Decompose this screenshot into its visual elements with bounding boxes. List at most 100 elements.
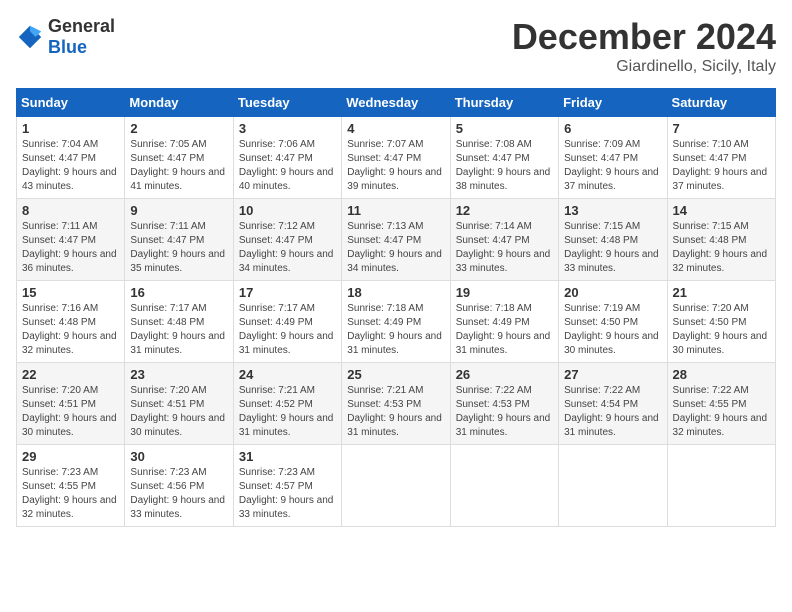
calendar-cell: 21 Sunrise: 7:20 AMSunset: 4:50 PMDayligh…	[667, 281, 775, 363]
day-info: Sunrise: 7:15 AMSunset: 4:48 PMDaylight:…	[673, 220, 770, 276]
week-row-4: 22 Sunrise: 7:20 AMSunset: 4:51 PMDayligh…	[17, 363, 776, 445]
calendar-cell: 26 Sunrise: 7:22 AMSunset: 4:53 PMDayligh…	[450, 363, 558, 445]
header-wednesday: Wednesday	[342, 89, 450, 117]
day-info: Sunrise: 7:17 AMSunset: 4:48 PMDaylight:…	[130, 302, 227, 358]
day-number: 6	[564, 121, 661, 136]
calendar-cell: 16 Sunrise: 7:17 AMSunset: 4:48 PMDayligh…	[125, 281, 233, 363]
day-info: Sunrise: 7:11 AMSunset: 4:47 PMDaylight:…	[130, 220, 227, 276]
day-info: Sunrise: 7:06 AMSunset: 4:47 PMDaylight:…	[239, 138, 336, 194]
calendar-cell: 29 Sunrise: 7:23 AMSunset: 4:55 PMDayligh…	[17, 445, 125, 527]
day-info: Sunrise: 7:18 AMSunset: 4:49 PMDaylight:…	[456, 302, 553, 358]
day-info: Sunrise: 7:12 AMSunset: 4:47 PMDaylight:…	[239, 220, 336, 276]
day-info: Sunrise: 7:21 AMSunset: 4:53 PMDaylight:…	[347, 384, 444, 440]
day-info: Sunrise: 7:18 AMSunset: 4:49 PMDaylight:…	[347, 302, 444, 358]
day-info: Sunrise: 7:04 AMSunset: 4:47 PMDaylight:…	[22, 138, 119, 194]
day-number: 5	[456, 121, 553, 136]
calendar-cell: 30Sunrise: 7:23 AMSunset: 4:56 PMDayligh…	[125, 445, 233, 527]
day-info: Sunrise: 7:19 AMSunset: 4:50 PMDaylight:…	[564, 302, 661, 358]
day-number: 14	[673, 203, 770, 218]
day-number: 31	[239, 449, 336, 464]
calendar-cell: 2Sunrise: 7:05 AMSunset: 4:47 PMDaylight…	[125, 117, 233, 199]
header-tuesday: Tuesday	[233, 89, 341, 117]
day-number: 23	[130, 367, 227, 382]
day-info: Sunrise: 7:23 AMSunset: 4:56 PMDaylight:…	[130, 466, 227, 522]
day-number: 27	[564, 367, 661, 382]
day-number: 19	[456, 285, 553, 300]
day-info: Sunrise: 7:17 AMSunset: 4:49 PMDaylight:…	[239, 302, 336, 358]
calendar-title: December 2024	[512, 16, 776, 58]
calendar-cell: 22 Sunrise: 7:20 AMSunset: 4:51 PMDayligh…	[17, 363, 125, 445]
day-number: 24	[239, 367, 336, 382]
calendar-cell: 14 Sunrise: 7:15 AMSunset: 4:48 PMDayligh…	[667, 199, 775, 281]
day-number: 26	[456, 367, 553, 382]
day-number: 13	[564, 203, 661, 218]
day-number: 8	[22, 203, 119, 218]
calendar-cell: 23 Sunrise: 7:20 AMSunset: 4:51 PMDayligh…	[125, 363, 233, 445]
logo-icon	[16, 23, 44, 51]
day-info: Sunrise: 7:22 AMSunset: 4:54 PMDaylight:…	[564, 384, 661, 440]
day-info: Sunrise: 7:10 AMSunset: 4:47 PMDaylight:…	[673, 138, 770, 194]
header: General Blue December 2024 Giardinello, …	[16, 16, 776, 76]
day-number: 10	[239, 203, 336, 218]
header-thursday: Thursday	[450, 89, 558, 117]
day-number: 15	[22, 285, 119, 300]
day-number: 17	[239, 285, 336, 300]
calendar-cell: 8 Sunrise: 7:11 AMSunset: 4:47 PMDaylight…	[17, 199, 125, 281]
day-info: Sunrise: 7:22 AMSunset: 4:55 PMDaylight:…	[673, 384, 770, 440]
header-friday: Friday	[559, 89, 667, 117]
calendar-cell: 17 Sunrise: 7:17 AMSunset: 4:49 PMDayligh…	[233, 281, 341, 363]
day-number: 29	[22, 449, 119, 464]
day-number: 22	[22, 367, 119, 382]
calendar-cell	[342, 445, 450, 527]
day-info: Sunrise: 7:09 AMSunset: 4:47 PMDaylight:…	[564, 138, 661, 194]
calendar-cell: 9 Sunrise: 7:11 AMSunset: 4:47 PMDaylight…	[125, 199, 233, 281]
day-number: 12	[456, 203, 553, 218]
calendar-cell: 3 Sunrise: 7:06 AMSunset: 4:47 PMDaylight…	[233, 117, 341, 199]
calendar-cell: 27 Sunrise: 7:22 AMSunset: 4:54 PMDayligh…	[559, 363, 667, 445]
day-number: 25	[347, 367, 444, 382]
week-row-5: 29 Sunrise: 7:23 AMSunset: 4:55 PMDayligh…	[17, 445, 776, 527]
day-info: Sunrise: 7:16 AMSunset: 4:48 PMDaylight:…	[22, 302, 119, 358]
day-number: 1	[22, 121, 119, 136]
day-info: Sunrise: 7:20 AMSunset: 4:51 PMDaylight:…	[22, 384, 119, 440]
day-number: 9	[130, 203, 227, 218]
day-number: 21	[673, 285, 770, 300]
calendar-cell: 20 Sunrise: 7:19 AMSunset: 4:50 PMDayligh…	[559, 281, 667, 363]
day-number: 16	[130, 285, 227, 300]
day-info: Sunrise: 7:11 AMSunset: 4:47 PMDaylight:…	[22, 220, 119, 276]
calendar-cell: 13 Sunrise: 7:15 AMSunset: 4:48 PMDayligh…	[559, 199, 667, 281]
calendar-cell: 11 Sunrise: 7:13 AMSunset: 4:47 PMDayligh…	[342, 199, 450, 281]
calendar-cell: 25 Sunrise: 7:21 AMSunset: 4:53 PMDayligh…	[342, 363, 450, 445]
day-info: Sunrise: 7:23 AMSunset: 4:55 PMDaylight:…	[22, 466, 119, 522]
week-row-3: 15 Sunrise: 7:16 AMSunset: 4:48 PMDayligh…	[17, 281, 776, 363]
day-info: Sunrise: 7:05 AMSunset: 4:47 PMDaylight:…	[130, 138, 227, 194]
title-area: December 2024 Giardinello, Sicily, Italy	[512, 16, 776, 76]
calendar-cell: 31 Sunrise: 7:23 AMSunset: 4:57 PMDayligh…	[233, 445, 341, 527]
calendar-cell: 28Sunrise: 7:22 AMSunset: 4:55 PMDayligh…	[667, 363, 775, 445]
week-row-2: 8 Sunrise: 7:11 AMSunset: 4:47 PMDaylight…	[17, 199, 776, 281]
day-info: Sunrise: 7:07 AMSunset: 4:47 PMDaylight:…	[347, 138, 444, 194]
day-number: 20	[564, 285, 661, 300]
calendar-header-row: SundayMondayTuesdayWednesdayThursdayFrid…	[17, 89, 776, 117]
calendar-subtitle: Giardinello, Sicily, Italy	[512, 58, 776, 76]
calendar-cell: 1 Sunrise: 7:04 AMSunset: 4:47 PMDaylight…	[17, 117, 125, 199]
day-info: Sunrise: 7:23 AMSunset: 4:57 PMDaylight:…	[239, 466, 336, 522]
calendar-table: SundayMondayTuesdayWednesdayThursdayFrid…	[16, 88, 776, 527]
day-info: Sunrise: 7:13 AMSunset: 4:47 PMDaylight:…	[347, 220, 444, 276]
day-number: 11	[347, 203, 444, 218]
calendar-cell: 10 Sunrise: 7:12 AMSunset: 4:47 PMDayligh…	[233, 199, 341, 281]
logo-blue: Blue	[48, 37, 87, 57]
day-info: Sunrise: 7:20 AMSunset: 4:51 PMDaylight:…	[130, 384, 227, 440]
calendar-cell: 12Sunrise: 7:14 AMSunset: 4:47 PMDayligh…	[450, 199, 558, 281]
day-info: Sunrise: 7:21 AMSunset: 4:52 PMDaylight:…	[239, 384, 336, 440]
calendar-cell: 4Sunrise: 7:07 AMSunset: 4:47 PMDaylight…	[342, 117, 450, 199]
header-saturday: Saturday	[667, 89, 775, 117]
logo: General Blue	[16, 16, 115, 58]
day-info: Sunrise: 7:20 AMSunset: 4:50 PMDaylight:…	[673, 302, 770, 358]
day-number: 3	[239, 121, 336, 136]
calendar-cell: 5Sunrise: 7:08 AMSunset: 4:47 PMDaylight…	[450, 117, 558, 199]
day-info: Sunrise: 7:15 AMSunset: 4:48 PMDaylight:…	[564, 220, 661, 276]
header-monday: Monday	[125, 89, 233, 117]
day-info: Sunrise: 7:22 AMSunset: 4:53 PMDaylight:…	[456, 384, 553, 440]
calendar-cell: 19 Sunrise: 7:18 AMSunset: 4:49 PMDayligh…	[450, 281, 558, 363]
